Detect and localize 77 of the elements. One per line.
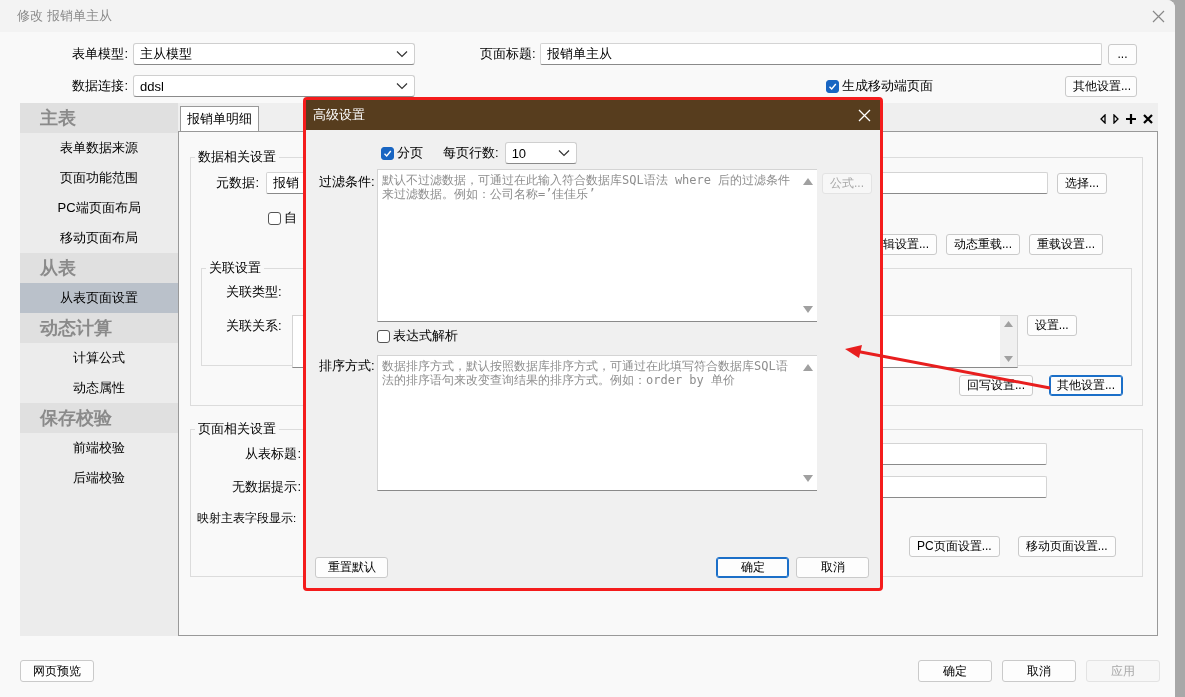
field-label: 过滤条件:: [318, 173, 376, 191]
close-icon: [1143, 113, 1153, 124]
scroll-right-icon: [1113, 113, 1119, 124]
other-settings-button[interactable]: 其他设置...: [1065, 75, 1137, 97]
page-title-field[interactable]: 报销单主从: [540, 43, 1102, 65]
group-title: 数据相关设置: [197, 148, 277, 166]
chevron-icon: [557, 149, 570, 157]
settings-button[interactable]: 动态重载...: [946, 234, 1021, 255]
sidebar-item[interactable]: 计算公式: [20, 343, 178, 373]
field-label: 页面标题:: [480, 45, 535, 63]
field-label: 无数据提示:: [231, 478, 301, 496]
field-label: 数据连接:: [71, 77, 128, 95]
preview-button[interactable]: 网页预览: [20, 660, 94, 682]
checkbox-label: 生成移动端页面: [842, 77, 933, 95]
settings-button[interactable]: 其他设置...: [1049, 375, 1124, 396]
chevron-icon: [396, 50, 408, 58]
rows-per-page-select[interactable]: 10: [504, 142, 577, 164]
settings-button[interactable]: 设置...: [1026, 315, 1077, 336]
sidebar-item[interactable]: 从表页面设置: [20, 283, 178, 313]
checkbox-label: 表达式解析: [393, 327, 458, 345]
scroll-down-icon: [802, 475, 813, 482]
scroll-up-icon: [802, 178, 813, 185]
sidebar-group-header: 保存校验: [20, 403, 178, 433]
scroll-down-icon: [1003, 356, 1013, 362]
window-title: 修改 报销单主从: [17, 7, 112, 25]
dialog-button[interactable]: 取消: [796, 557, 869, 578]
checkbox[interactable]: [381, 146, 394, 160]
reset-button[interactable]: 重置默认: [315, 557, 388, 578]
dialog-button[interactable]: 确定: [716, 557, 789, 578]
field-label: 从表标题:: [244, 445, 301, 463]
checkbox-label: 自: [284, 209, 297, 227]
checkmark-icon: [828, 81, 837, 91]
sidebar-item[interactable]: 前端校验: [20, 433, 178, 463]
checkbox[interactable]: [377, 329, 390, 343]
sidebar-item[interactable]: 动态属性: [20, 373, 178, 403]
data-connection-select[interactable]: ddsl: [133, 75, 415, 97]
field-label: 排序方式:: [318, 357, 376, 375]
checkbox[interactable]: [826, 79, 839, 93]
plus-icon: [1126, 113, 1136, 124]
field-label: 表单模型:: [71, 45, 128, 63]
settings-button[interactable]: PC页面设置...: [909, 536, 1000, 557]
checkbox[interactable]: [268, 211, 281, 225]
footer-button[interactable]: 取消: [1002, 660, 1076, 682]
chevron-icon: [396, 82, 408, 90]
scroll-up-icon: [1003, 321, 1013, 327]
sidebar-item[interactable]: 后端校验: [20, 463, 178, 493]
scroll-down-icon: [802, 306, 813, 313]
group-title: 页面相关设置: [197, 420, 277, 438]
field-label: 关联关系:: [226, 317, 282, 335]
scroll-left-icon: [1100, 113, 1106, 124]
dialog-title: 高级设置: [313, 106, 365, 124]
more-button[interactable]: ...: [1108, 43, 1137, 65]
sidebar-item[interactable]: 移动页面布局: [20, 223, 178, 253]
close-icon: [858, 108, 871, 122]
settings-button[interactable]: 重载设置...: [1029, 234, 1104, 255]
sidebar-item[interactable]: PC端页面布局: [20, 193, 178, 223]
sidebar-item[interactable]: 表单数据来源: [20, 133, 178, 163]
close-icon: [1152, 9, 1165, 23]
tab[interactable]: 报销单明细: [180, 106, 259, 131]
sidebar-group-header: 动态计算: [20, 313, 178, 343]
field-label: 映射主表字段显示:: [197, 511, 297, 526]
filter-textarea[interactable]: 默认不过滤数据，可通过在此输入符合数据库SQL语法 where 后的过滤条件来过滤数据。例如：公司名称=’佳佳乐’: [377, 169, 798, 322]
scroll-up-icon: [802, 364, 813, 371]
field-label: 每页行数:: [443, 144, 499, 162]
sidebar-item[interactable]: 页面功能范围: [20, 163, 178, 193]
footer-button[interactable]: 确定: [918, 660, 992, 682]
select-button[interactable]: 选择...: [1057, 172, 1107, 194]
checkbox-label: 分页: [397, 144, 423, 162]
settings-button[interactable]: 移动页面设置...: [1017, 536, 1116, 557]
form-model-select[interactable]: 主从模型: [133, 43, 415, 65]
sidebar-group-header: 主表: [20, 103, 178, 133]
field-label: 元数据:: [215, 174, 259, 192]
group-title: 关联设置: [208, 259, 262, 277]
field-label: 关联类型:: [226, 283, 282, 301]
sort-textarea[interactable]: 数据排序方式，默认按照数据库排序方式，可通过在此填写符合数据库SQL语法的排序语句来改变查询结果的排序方式。例如：order by 单价: [377, 355, 798, 491]
sidebar-group-header: 从表: [20, 253, 178, 283]
checkmark-icon: [383, 148, 392, 158]
